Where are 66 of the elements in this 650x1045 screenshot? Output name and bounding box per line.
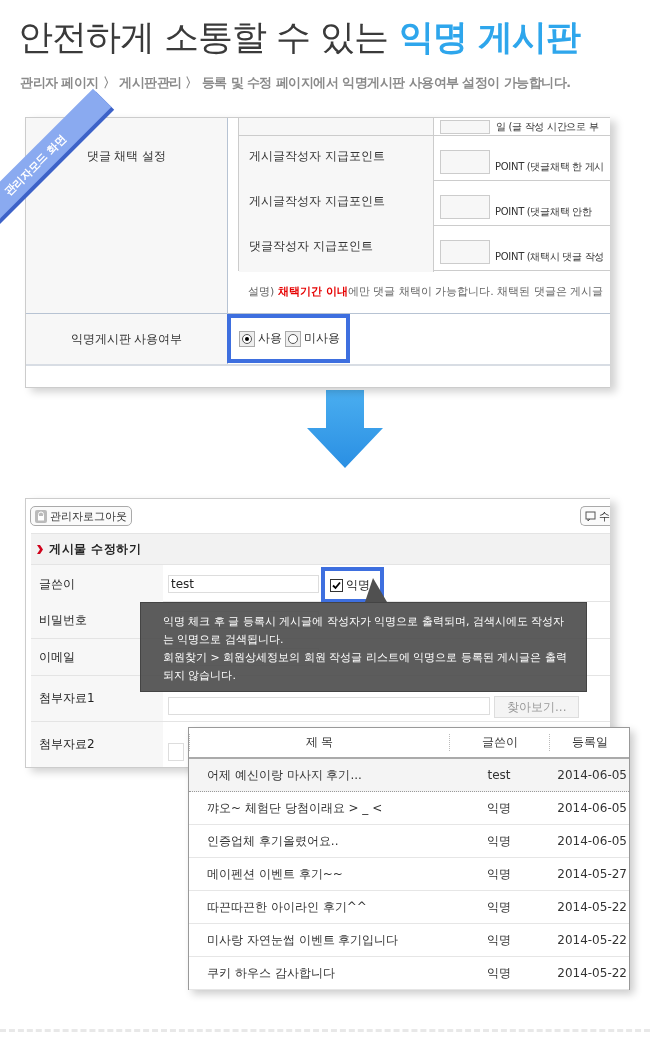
post-date: 2014-05-22 xyxy=(556,933,628,947)
page-subtitle: 관리자 페이지 〉 게시판관리 〉 등록 및 수정 페이지에서 익명게시판 사용여부 설정이 가능합니다. xyxy=(20,75,572,92)
post-date: 2014-05-27 xyxy=(556,867,628,881)
post-author: 익명 xyxy=(486,931,512,949)
tooltip-text: 익명 체크 후 글 등록시 게시글에 작성자가 익명으로 출력되며, 검색시에도 작성자는 익명으로 검색됩니다. xyxy=(163,614,566,648)
post-date: 2014-05-22 xyxy=(556,900,628,914)
file-field[interactable] xyxy=(168,743,184,761)
post-row[interactable]: 꺄오~ 체험단 당첨이래요 > _ < 익명 2014-06-05 xyxy=(189,792,629,825)
post-title: 꺄오~ 체험단 당첨이래요 > _ < xyxy=(206,799,384,817)
post-title: 메이펜션 이벤트 후기~~ xyxy=(206,865,344,883)
section-title: 게시물 수정하기 xyxy=(49,540,142,558)
edit-button[interactable]: 수 xyxy=(580,506,610,526)
post-date: 2014-06-05 xyxy=(556,768,628,782)
column-header: 글쓴이 xyxy=(449,734,549,751)
post-date: 2014-06-05 xyxy=(556,801,628,815)
author-field[interactable]: test xyxy=(168,575,319,593)
post-author: 익명 xyxy=(486,964,512,982)
radio-option[interactable]: 사용 xyxy=(239,330,282,347)
comment-icon xyxy=(585,510,596,522)
post-row[interactable]: 메이펜션 이벤트 후기~~ 익명 2014-05-27 xyxy=(189,858,629,891)
point-note: POINT (채택시 댓글 작성 xyxy=(495,250,605,264)
post-row[interactable]: 쿠키 하우스 감사합니다 익명 2014-05-22 xyxy=(189,957,629,990)
post-date: 2014-06-05 xyxy=(556,834,628,848)
field-label: 글쓴이 xyxy=(31,565,163,603)
lock-icon xyxy=(35,509,47,523)
point-label: 게시글작성자 지급포인트 xyxy=(239,136,434,182)
setting-label: 익명게시판 사용여부 xyxy=(70,331,183,348)
post-author: 익명 xyxy=(486,832,512,850)
post-date: 2014-05-22 xyxy=(556,966,628,980)
column-header: 등록일 xyxy=(549,734,629,751)
page-title: 안전하게 소통할 수 있는 익명 게시판 xyxy=(18,16,582,59)
down-arrow-icon xyxy=(305,390,385,470)
input-field[interactable] xyxy=(440,150,490,174)
setting-label: 댓글 채택 설정 xyxy=(86,148,167,165)
post-author: test xyxy=(486,768,512,782)
input-field[interactable] xyxy=(440,119,490,134)
column-header: 제 목 xyxy=(189,734,449,751)
post-author: 익명 xyxy=(486,799,512,817)
point-label: 댓글작성자 지급포인트 xyxy=(239,226,434,272)
input-field[interactable] xyxy=(440,240,490,264)
logout-button[interactable]: 관리자로그아웃 xyxy=(30,506,132,526)
post-row[interactable]: 인증업체 후기올렸어요.. 익명 2014-06-05 xyxy=(189,825,629,858)
checkbox-icon[interactable] xyxy=(330,578,343,592)
arrow-icon xyxy=(37,544,43,554)
post-title: 따끈따끈한 아이라인 후기^^ xyxy=(206,898,368,916)
post-title: 어제 예신이랑 마사지 후기... xyxy=(206,766,363,784)
point-label: 게시글작성자 지급포인트 xyxy=(239,181,434,227)
radio-option[interactable]: 미사용 xyxy=(285,330,340,347)
post-title: 미사랑 자연눈썹 이벤트 후기입니다 xyxy=(206,931,400,949)
tooltip-text: 회원찾기 > 회원상세정보의 회원 작성글 리스트에 익명으로 등록된 게시글은 출력되지 않습니다. xyxy=(163,650,568,684)
post-title: 쿠키 하우스 감사합니다 xyxy=(206,964,336,982)
field-note: 일 (글 작성 시간으로 부 xyxy=(496,120,599,134)
post-row[interactable]: 따끈따끈한 아이라인 후기^^ 익명 2014-05-22 xyxy=(189,891,629,924)
input-field[interactable] xyxy=(440,195,490,219)
point-note: POINT (댓글채택 안한 xyxy=(495,205,592,219)
post-row[interactable]: 어제 예신이랑 마사지 후기... test 2014-06-05 xyxy=(189,759,629,792)
field-label: 첨부자료2 xyxy=(31,722,163,767)
post-title: 인증업체 후기올렸어요.. xyxy=(206,832,340,850)
point-note: POINT (댓글채택 한 게시 xyxy=(495,160,605,174)
post-author: 익명 xyxy=(486,865,512,883)
post-author: 익명 xyxy=(486,898,512,916)
anonymous-checkbox[interactable]: 익명 xyxy=(330,576,370,594)
post-row[interactable]: 미사랑 자연눈썹 이벤트 후기입니다 익명 2014-05-22 xyxy=(189,924,629,957)
explanation-text: 설명) 채택기간 이내에만 댓글 채택이 가능합니다. 채택된 댓글은 게시글 xyxy=(248,284,605,299)
field-label: 첨부자료1 xyxy=(31,676,163,721)
file-field[interactable] xyxy=(168,697,490,715)
